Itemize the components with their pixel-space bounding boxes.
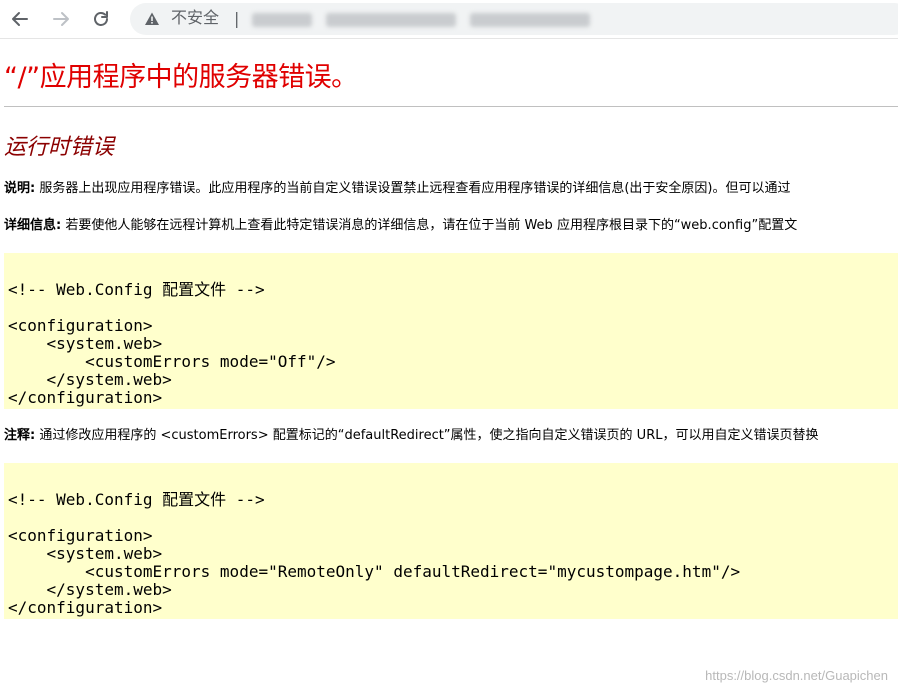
address-bar[interactable]: 不安全 | bbox=[130, 3, 898, 35]
back-button[interactable] bbox=[6, 5, 34, 33]
note-paragraph: 注释: 通过修改应用程序的 <customErrors> 配置标记的“defau… bbox=[4, 427, 818, 445]
page-title: “/”应用程序中的服务器错误。 bbox=[4, 62, 358, 93]
url-separator: | bbox=[234, 9, 240, 28]
description-paragraph: 说明: 服务器上出现应用程序错误。此应用程序的当前自定义错误设置禁止远程查看应用… bbox=[4, 180, 790, 198]
details-text: 若要使他人能够在远程计算机上查看此特定错误消息的详细信息，请在位于当前 Web … bbox=[61, 218, 798, 233]
note-text: 通过修改应用程序的 <customErrors> 配置标记的“defaultRe… bbox=[35, 428, 819, 443]
arrow-right-icon bbox=[53, 12, 69, 26]
divider bbox=[4, 106, 898, 107]
reload-button[interactable] bbox=[87, 5, 115, 33]
description-label: 说明: bbox=[4, 181, 36, 196]
security-status-label[interactable]: 不安全 bbox=[171, 9, 219, 29]
description-text: 服务器上出现应用程序错误。此应用程序的当前自定义错误设置禁止远程查看应用程序错误… bbox=[35, 181, 791, 196]
code-block-1: <!-- Web.Config 配置文件 --> <configuration>… bbox=[4, 253, 898, 409]
code-block-1-text: <!-- Web.Config 配置文件 --> <configuration>… bbox=[8, 280, 336, 407]
code-block-2: <!-- Web.Config 配置文件 --> <configuration>… bbox=[4, 463, 898, 619]
error-type-heading: 运行时错误 bbox=[4, 135, 115, 160]
arrow-left-icon bbox=[12, 12, 28, 26]
reload-icon bbox=[94, 11, 108, 26]
watermark: https://blog.csdn.net/Guapichen bbox=[705, 668, 888, 683]
blurred-url-segment bbox=[326, 13, 456, 27]
details-label: 详细信息: bbox=[4, 218, 62, 233]
warning-icon[interactable] bbox=[144, 11, 160, 27]
note-label: 注释: bbox=[4, 428, 36, 443]
code-block-2-text: <!-- Web.Config 配置文件 --> <configuration>… bbox=[8, 490, 741, 617]
blurred-url-segment bbox=[252, 13, 312, 27]
forward-button[interactable] bbox=[47, 5, 75, 33]
blurred-url-segment bbox=[470, 13, 590, 27]
browser-toolbar: 不安全 | bbox=[0, 0, 898, 39]
details-paragraph: 详细信息: 若要使他人能够在远程计算机上查看此特定错误消息的详细信息，请在位于当… bbox=[4, 217, 797, 235]
